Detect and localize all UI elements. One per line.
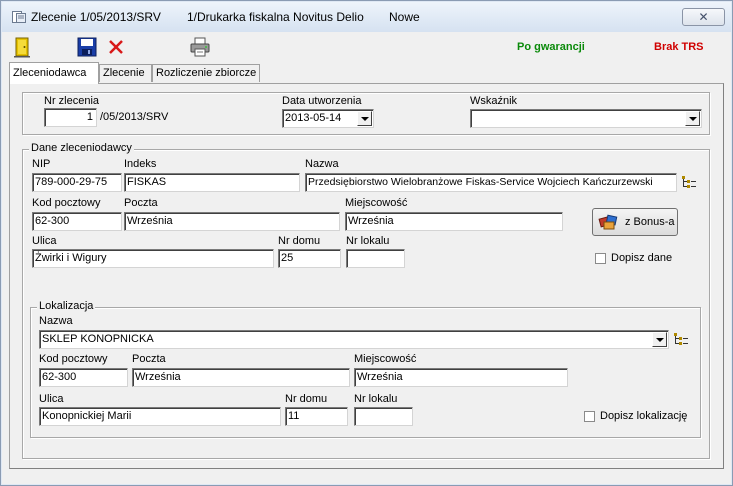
order-number-label: Nr zlecenia bbox=[44, 95, 100, 107]
created-date-picker[interactable]: 2013-05-14 bbox=[282, 109, 374, 128]
location-city-label: Miejscowość bbox=[354, 353, 417, 365]
location-street-field[interactable]: Konopnickiej Marii bbox=[39, 407, 281, 426]
street-field[interactable]: Żwirki i Wigury bbox=[32, 249, 274, 268]
order-number-suffix: /05/2013/SRV bbox=[100, 111, 169, 123]
flat-number-label: Nr lokalu bbox=[346, 235, 390, 247]
post-label: Poczta bbox=[124, 197, 158, 209]
exit-door-icon[interactable] bbox=[11, 36, 33, 58]
house-number-field[interactable]: 25 bbox=[278, 249, 341, 268]
tree-browse-icon[interactable] bbox=[681, 175, 697, 189]
tab-zleceniodawca[interactable]: Zleceniodawca bbox=[9, 62, 99, 84]
location-flat-label: Nr lokalu bbox=[354, 393, 398, 405]
add-data-label: Dopisz dane bbox=[611, 252, 673, 264]
location-street-label: Ulica bbox=[39, 393, 64, 405]
city-field[interactable]: Września bbox=[345, 212, 563, 231]
nip-label: NIP bbox=[32, 158, 51, 170]
location-name-value: SKLEP KONOPNICKA bbox=[42, 333, 154, 345]
post-field[interactable]: Września bbox=[124, 212, 340, 231]
tree-browse-icon[interactable] bbox=[673, 332, 689, 346]
add-location-label: Dopisz lokalizację bbox=[600, 410, 688, 422]
warranty-status: Po gwarancji bbox=[517, 41, 585, 53]
window-title-doc: Zlecenie 1/05/2013/SRV bbox=[31, 10, 161, 24]
save-disk-icon[interactable] bbox=[76, 36, 98, 58]
street-label: Ulica bbox=[32, 235, 57, 247]
bonus-button-label: z Bonus-a bbox=[625, 216, 675, 228]
zip-label: Kod pocztowy bbox=[32, 197, 101, 209]
order-window: Zlecenie 1/05/2013/SRV 1/Drukarka fiskal… bbox=[0, 0, 733, 486]
toolbar: Po gwarancji Brak TRS bbox=[2, 32, 731, 62]
indicator-select[interactable] bbox=[470, 109, 702, 128]
indicator-label: Wskaźnik bbox=[470, 95, 518, 107]
trs-status: Brak TRS bbox=[654, 41, 704, 53]
nip-field[interactable]: 789-000-29-75 bbox=[32, 173, 122, 192]
chevron-down-icon[interactable] bbox=[685, 111, 700, 126]
created-date-value: 2013-05-14 bbox=[285, 112, 342, 124]
add-location-checkbox[interactable] bbox=[584, 411, 595, 422]
created-date-label: Data utworzenia bbox=[282, 95, 362, 107]
tab-label: Zlecenie bbox=[103, 67, 145, 79]
house-number-label: Nr domu bbox=[278, 235, 321, 247]
close-icon: ✕ bbox=[698, 10, 709, 24]
window-doc-icon bbox=[12, 11, 26, 23]
zip-field[interactable]: 62-300 bbox=[32, 212, 122, 231]
add-data-checkbox[interactable] bbox=[595, 253, 606, 264]
chevron-down-icon[interactable] bbox=[357, 111, 372, 126]
tab-rozliczenie-zbiorcze[interactable]: Rozliczenie zbiorcze bbox=[152, 64, 260, 82]
window-title-device: 1/Drukarka fiskalna Novitus Delio bbox=[187, 10, 364, 24]
tab-zlecenie[interactable]: Zlecenie bbox=[99, 64, 152, 82]
customer-name-label: Nazwa bbox=[305, 158, 339, 170]
bonus-import-button[interactable]: z Bonus-a bbox=[592, 208, 678, 236]
flat-number-field[interactable] bbox=[346, 249, 405, 268]
location-house-label: Nr domu bbox=[285, 393, 328, 405]
close-button[interactable]: ✕ bbox=[682, 8, 725, 26]
title-bar: Zlecenie 1/05/2013/SRV 1/Drukarka fiskal… bbox=[2, 2, 731, 32]
location-flat-field[interactable] bbox=[354, 407, 413, 426]
location-group-legend: Lokalizacja bbox=[37, 300, 96, 312]
tab-label: Rozliczenie zbiorcze bbox=[156, 67, 257, 79]
city-label: Miejscowość bbox=[345, 197, 408, 209]
location-post-field[interactable]: Września bbox=[132, 368, 350, 387]
location-post-label: Poczta bbox=[132, 353, 166, 365]
location-house-field[interactable]: 11 bbox=[285, 407, 348, 426]
location-zip-field[interactable]: 62-300 bbox=[39, 368, 128, 387]
index-label: Indeks bbox=[124, 158, 157, 170]
window-title-status: Nowe bbox=[389, 10, 420, 24]
location-name-label: Nazwa bbox=[39, 315, 73, 327]
tab-label: Zleceniodawca bbox=[13, 67, 87, 79]
location-city-field[interactable]: Września bbox=[354, 368, 568, 387]
index-field[interactable]: FISKAS bbox=[124, 173, 300, 192]
location-zip-label: Kod pocztowy bbox=[39, 353, 108, 365]
printer-icon[interactable] bbox=[189, 36, 211, 58]
chevron-down-icon[interactable] bbox=[652, 332, 667, 347]
order-number-field[interactable]: 1 bbox=[44, 108, 97, 127]
customer-group-legend: Dane zleceniodawcy bbox=[29, 142, 134, 154]
delete-x-icon[interactable] bbox=[105, 36, 127, 58]
bonus-import-icon bbox=[598, 214, 618, 230]
customer-name-field[interactable]: Przedsiębiorstwo Wielobranżowe Fiskas-Se… bbox=[305, 173, 677, 192]
location-name-select[interactable]: SKLEP KONOPNICKA bbox=[39, 330, 669, 349]
